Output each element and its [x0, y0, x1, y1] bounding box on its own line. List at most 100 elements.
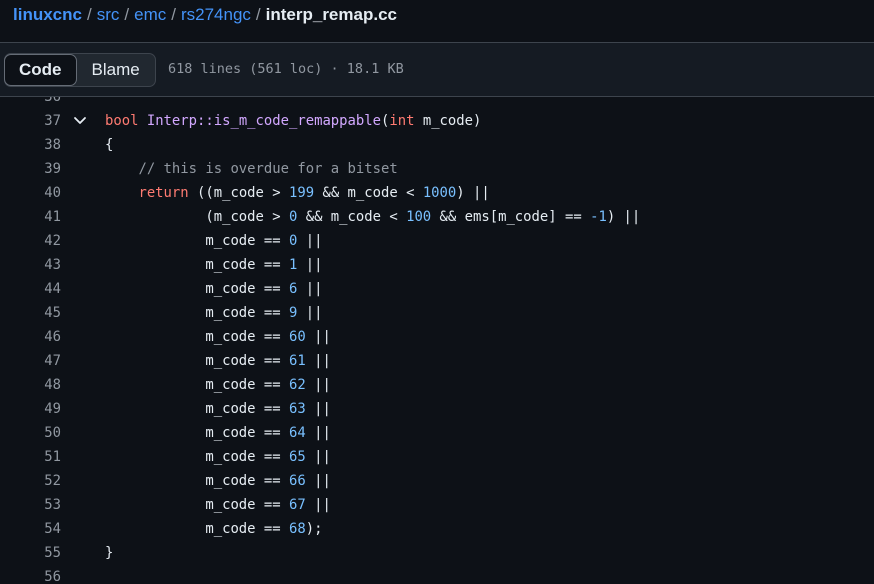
code-token-keyword: return: [138, 185, 189, 201]
code-blame-toggle: Code Blame: [4, 53, 156, 87]
line-code: m_code == 66 ||: [105, 469, 330, 493]
code-token-number: 67: [288, 497, 306, 513]
code-token-plain: m_code): [414, 113, 482, 129]
code-token-plain: m_code ==: [105, 521, 289, 537]
chevron-down-icon[interactable]: [73, 116, 87, 126]
code-token-plain: ||: [305, 329, 331, 345]
line-number[interactable]: 54: [0, 517, 61, 541]
code-token-plain: ||: [305, 425, 331, 441]
code-line: 47 m_code == 61 ||: [0, 349, 874, 373]
code-line: 46 m_code == 60 ||: [0, 325, 874, 349]
code-token-plain: ||: [305, 401, 331, 417]
code-token-plain: ||: [305, 449, 331, 465]
file-info-text: 618 lines (561 loc) · 18.1 KB: [168, 61, 404, 77]
breadcrumb-separator: /: [255, 5, 261, 24]
line-number[interactable]: 51: [0, 445, 61, 469]
code-token-plain: );: [305, 521, 323, 537]
code-token-number: 199: [289, 185, 315, 201]
code-token-plain: m_code ==: [105, 257, 289, 273]
code-line: 36: [0, 97, 874, 109]
line-number[interactable]: 36: [0, 97, 61, 109]
code-token-plain: ||: [297, 281, 323, 297]
code-token-plain: m_code ==: [105, 305, 289, 321]
breadcrumb-separator: /: [124, 5, 130, 24]
line-code: m_code == 61 ||: [105, 349, 331, 373]
line-number[interactable]: 53: [0, 493, 61, 517]
code-line: 45 m_code == 9 ||: [0, 301, 874, 325]
line-number[interactable]: 47: [0, 349, 61, 373]
line-code: // this is overdue for a bitset: [105, 157, 397, 181]
code-line: 43 m_code == 1 ||: [0, 253, 874, 277]
code-token-plain: m_code ==: [105, 233, 289, 249]
code-token-plain: ||: [297, 233, 323, 249]
line-number[interactable]: 38: [0, 133, 61, 157]
breadcrumb-link-emc[interactable]: emc: [134, 5, 166, 24]
code-token-plain: ||: [297, 305, 323, 321]
code-line: 42 m_code == 0 ||: [0, 229, 874, 253]
code-line: 39 // this is overdue for a bitset: [0, 157, 874, 181]
code-token-plain: && ems[m_code] ==: [431, 209, 591, 225]
line-code: bool Interp::is_m_code_remappable(int m_…: [105, 109, 481, 133]
code-token-plain: m_code ==: [105, 425, 289, 441]
code-token-plain: m_code ==: [105, 377, 289, 393]
code-token-plain: m_code ==: [105, 353, 289, 369]
code-token-plain: ||: [297, 257, 323, 273]
breadcrumb-repo-link[interactable]: linuxcnc: [13, 5, 82, 24]
line-number[interactable]: 39: [0, 157, 61, 181]
code-token-number: 100: [406, 209, 432, 225]
file-header-bar: Code Blame 618 lines (561 loc) · 18.1 KB: [0, 42, 874, 97]
code-token-plain: m_code ==: [105, 473, 289, 489]
code-token-number: 63: [288, 401, 306, 417]
code-tab-button[interactable]: Code: [4, 54, 77, 86]
line-number[interactable]: 45: [0, 301, 61, 325]
code-token-plain: m_code ==: [105, 449, 289, 465]
line-number[interactable]: 46: [0, 325, 61, 349]
code-token-type: int: [389, 113, 415, 129]
breadcrumb-link-src[interactable]: src: [97, 5, 120, 24]
breadcrumb-link-rs274ngc[interactable]: rs274ngc: [181, 5, 251, 24]
breadcrumb-current-file: interp_remap.cc: [265, 5, 397, 24]
line-code: m_code == 67 ||: [105, 493, 330, 517]
code-token-number: 62: [288, 377, 306, 393]
code-token-plain: ||: [305, 353, 331, 369]
line-code: m_code == 65 ||: [105, 445, 331, 469]
code-line: 44 m_code == 6 ||: [0, 277, 874, 301]
line-number[interactable]: 49: [0, 397, 61, 421]
line-code: m_code == 6 ||: [105, 277, 322, 301]
line-number[interactable]: 37: [0, 109, 61, 133]
line-number[interactable]: 42: [0, 229, 61, 253]
line-code: m_code == 60 ||: [105, 325, 331, 349]
line-code: m_code == 68);: [105, 517, 322, 541]
code-token-plain: m_code ==: [105, 497, 289, 513]
code-token-number: 68: [288, 521, 306, 537]
code-line: 48 m_code == 62 ||: [0, 373, 874, 397]
line-number[interactable]: 43: [0, 253, 61, 277]
code-token-plain: ||: [305, 377, 331, 393]
code-token-plain: m_code ==: [105, 401, 289, 417]
code-line: 52 m_code == 66 ||: [0, 469, 874, 493]
code-token-plain: && m_code <: [314, 185, 423, 201]
code-viewer[interactable]: 36 37 bool Interp::is_m_code_remappable(in…: [0, 97, 874, 584]
code-line: 56: [0, 565, 874, 584]
code-token-number: 66: [288, 473, 306, 489]
line-number[interactable]: 52: [0, 469, 61, 493]
blame-tab-button[interactable]: Blame: [77, 54, 155, 86]
line-number[interactable]: 50: [0, 421, 61, 445]
code-token-number: 64: [288, 425, 306, 441]
code-token-plain: ((m_code >: [188, 185, 289, 201]
line-code: m_code == 63 ||: [105, 397, 331, 421]
line-number[interactable]: 55: [0, 541, 61, 565]
line-code: m_code == 64 ||: [105, 421, 331, 445]
code-token-plain: }: [105, 545, 114, 561]
code-token-number: 61: [288, 353, 306, 369]
breadcrumb-separator: /: [86, 5, 92, 24]
line-number[interactable]: 48: [0, 373, 61, 397]
code-token-entity: Interp::is_m_code_remappable: [146, 113, 381, 129]
code-token-type: bool: [105, 113, 139, 129]
line-number[interactable]: 41: [0, 205, 61, 229]
line-number[interactable]: 44: [0, 277, 61, 301]
line-number[interactable]: 40: [0, 181, 61, 205]
line-number[interactable]: 56: [0, 565, 61, 584]
